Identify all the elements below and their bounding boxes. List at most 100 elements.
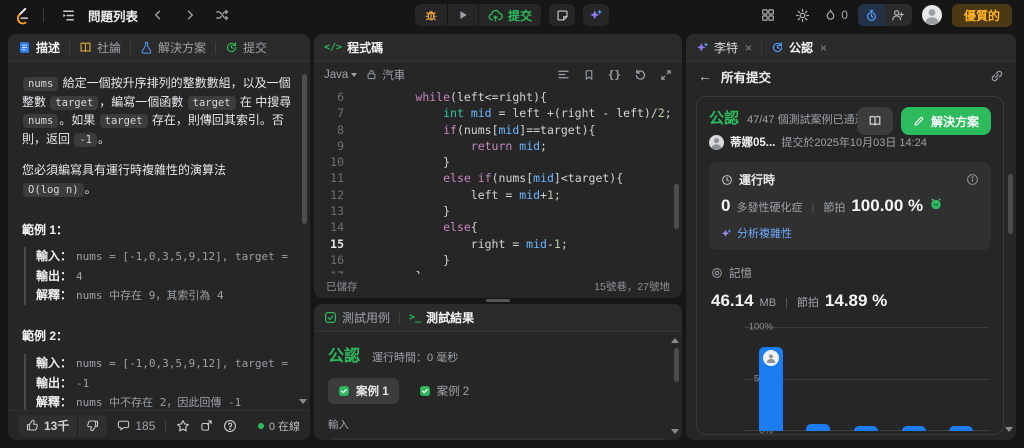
next-problem-button[interactable] — [178, 4, 202, 26]
scroll-down-arrow[interactable] — [671, 429, 679, 434]
memory-section[interactable]: 記憶 46.14 MB | 節拍 14.89 % — [709, 265, 991, 311]
scroll-down-arrow[interactable] — [299, 399, 307, 404]
streak-counter[interactable]: 0 — [824, 8, 848, 22]
user-avatar[interactable] — [921, 5, 942, 25]
editor-scrollbar[interactable] — [674, 184, 679, 229]
tab-testcase[interactable]: 測試用例 — [324, 309, 390, 326]
tab-submissions[interactable]: 提交 — [225, 39, 267, 56]
stopwatch-button[interactable] — [857, 4, 885, 26]
case-1-chip[interactable]: 案例 1 — [328, 378, 399, 404]
notes-button[interactable] — [549, 4, 576, 26]
panel-resize-handle[interactable] — [486, 299, 510, 302]
auto-save-toggle[interactable]: 汽車 — [366, 67, 405, 83]
chart-bar[interactable] — [806, 423, 831, 431]
reset-code-icon[interactable] — [634, 68, 647, 81]
online-dot — [257, 422, 264, 429]
description-scrollbar[interactable] — [302, 74, 307, 224]
tab-accepted[interactable]: 公認 × — [771, 39, 827, 56]
share-button[interactable] — [200, 419, 213, 432]
test-status: 公認 — [328, 348, 361, 365]
tab-code[interactable]: </> 程式碼 — [324, 39, 383, 56]
code-line[interactable]: 16 } — [314, 252, 682, 268]
online-indicator: 0 在線 — [257, 418, 300, 434]
run-button[interactable] — [448, 4, 478, 26]
leetcode-logo[interactable] — [12, 6, 31, 25]
code-line[interactable]: 9 return mid; — [314, 138, 682, 154]
chart-bar[interactable] — [758, 346, 783, 431]
code-line[interactable]: 11 else if(nums[mid]<target){ — [314, 170, 682, 186]
back-arrow-icon[interactable]: ← — [698, 68, 712, 84]
debug-button[interactable] — [415, 4, 447, 26]
line-number: 8 — [337, 122, 344, 137]
testcase-input[interactable]: 數字= — [328, 438, 668, 440]
bookmark-icon[interactable] — [583, 69, 595, 81]
prev-problem-button[interactable] — [146, 4, 170, 26]
memory-icon — [712, 268, 722, 278]
code-line[interactable]: 13 } — [314, 203, 682, 219]
format-code-icon[interactable] — [557, 68, 570, 81]
chart-bar[interactable] — [901, 425, 926, 431]
line-content: return mid; — [470, 138, 547, 153]
post-solution-button[interactable]: 解決方案 — [900, 107, 991, 135]
language-selector[interactable]: Java — [324, 69, 358, 81]
thumbs-down-icon — [87, 420, 99, 432]
ai-sparkle-button[interactable] — [583, 4, 610, 26]
submission-scrollbar[interactable] — [1008, 174, 1013, 234]
all-submissions-label[interactable]: 所有提交 — [721, 67, 771, 86]
scroll-down-arrow[interactable] — [1005, 427, 1013, 432]
code-line[interactable]: 8 if(nums[mid]==target){ — [314, 122, 682, 138]
tab-description[interactable]: 描述 — [18, 39, 60, 56]
code-line[interactable]: 7 int mid = left +(right - left)/2; — [314, 105, 682, 121]
chart-bar[interactable] — [949, 425, 974, 431]
settings-gear-icon[interactable] — [790, 4, 814, 26]
problem-list-label[interactable]: 問題列表 — [88, 6, 138, 25]
runtime-card[interactable]: 運行時 0 多發性硬化症 | 節拍 100.00 % 分析複雜性 — [709, 162, 991, 250]
close-icon[interactable]: × — [745, 41, 752, 55]
clock-icon — [722, 174, 732, 185]
like-button[interactable]: 13千 — [18, 415, 77, 437]
analyze-complexity-link[interactable]: 分析複雜性 — [721, 225, 979, 241]
dislike-button[interactable] — [78, 415, 107, 437]
chart-bars — [747, 327, 985, 431]
code-line[interactable]: 15 right = mid-1; — [314, 236, 682, 252]
shuffle-icon[interactable] — [210, 4, 234, 26]
line-number: 13 — [330, 204, 344, 219]
help-button[interactable] — [223, 419, 237, 433]
terminal-icon: >_ — [409, 312, 422, 323]
comments-button[interactable]: 185 — [117, 419, 155, 433]
code-line[interactable]: 12 left = mid+1; — [314, 187, 682, 203]
info-icon[interactable] — [966, 173, 979, 186]
case-2-chip[interactable]: 案例 2 — [409, 378, 480, 404]
test-scrollbar[interactable] — [674, 348, 679, 382]
code-lines[interactable]: 6 while(left<=right){7 int mid = left +(… — [314, 87, 682, 274]
favorite-button[interactable] — [176, 419, 190, 433]
collaborate-button[interactable] — [885, 4, 912, 26]
tab-label: 測試用例 — [342, 311, 391, 325]
copy-link-icon[interactable] — [990, 69, 1004, 83]
tab-test-result[interactable]: >_ 測試結果 — [409, 309, 474, 326]
scroll-up-arrow[interactable] — [671, 338, 679, 343]
code-line[interactable]: 10 } — [314, 154, 682, 170]
snippets-icon[interactable]: {} — [608, 68, 621, 81]
chart-bar-slot — [937, 327, 985, 431]
close-icon[interactable]: × — [820, 41, 827, 55]
tab-solutions[interactable]: 解決方案 — [140, 39, 206, 56]
case-label: 案例 2 — [436, 386, 470, 398]
problem-list-icon[interactable] — [56, 4, 80, 26]
tab-editorial[interactable]: 社論 — [79, 39, 121, 56]
desc-paragraph-1: nums 給定一個按升序排列的整數數組，以及一個整數 target ，編寫一個函數… — [22, 74, 294, 148]
layout-grid-icon[interactable] — [756, 4, 780, 26]
divider — [43, 8, 44, 22]
fullscreen-icon[interactable] — [660, 69, 672, 81]
submit-button[interactable]: 提交 — [479, 4, 541, 26]
tab-leet-ai[interactable]: 李特 × — [696, 39, 752, 56]
chart-bar[interactable] — [853, 425, 878, 431]
runtime-unit: 多發性硬化症 — [736, 202, 803, 214]
code-line[interactable]: 6 while(left<=right){ — [314, 89, 682, 105]
view-editorial-button[interactable] — [856, 107, 893, 135]
line-content: } — [360, 155, 451, 170]
code-line[interactable]: 14 else{ — [314, 219, 682, 235]
input-label: 輸入 — [328, 419, 349, 431]
premium-button[interactable]: 優質的 — [951, 3, 1012, 27]
desc-text: ，編寫一個函數 — [99, 94, 187, 109]
